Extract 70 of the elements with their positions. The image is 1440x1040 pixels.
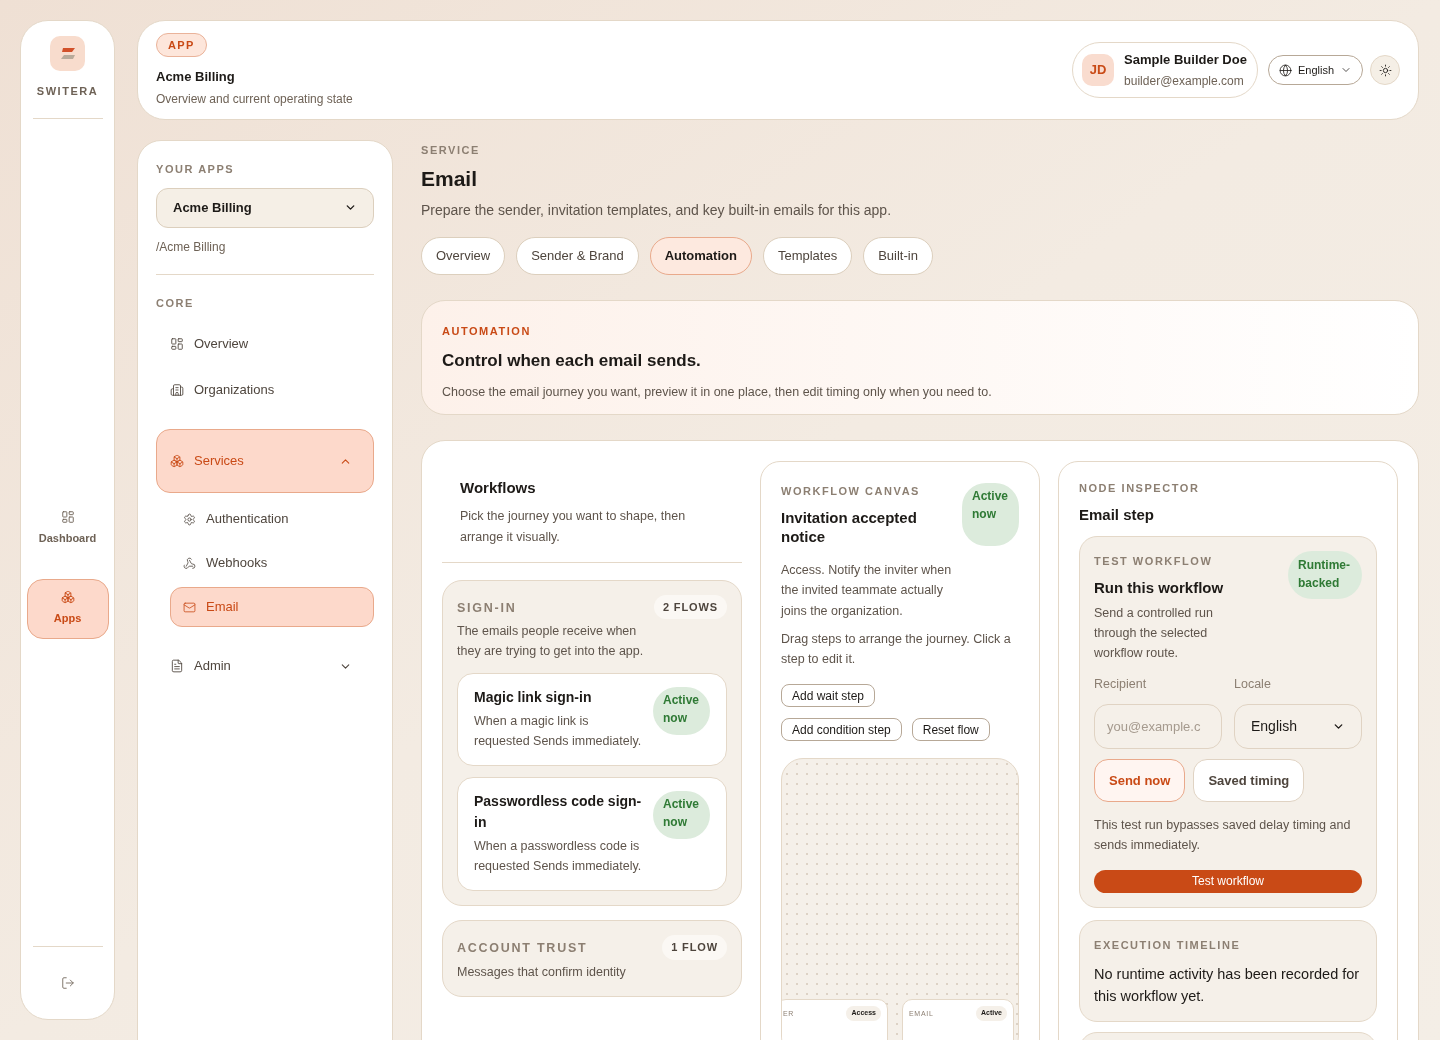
nav-item[interactable]: Organizations: [156, 367, 374, 413]
status-badge: Runtime-backed: [1288, 551, 1362, 599]
tab[interactable]: Built-in: [863, 237, 933, 275]
flow-card[interactable]: Passwordless code sign-in When a passwordless code is requested Sends immediately. Active now: [457, 777, 727, 891]
hero-title: Control when each email sends.: [442, 349, 702, 372]
section-label: CORE: [156, 295, 195, 311]
page-eyebrow: SERVICE: [421, 143, 481, 158]
canvas-action-button[interactable]: Add wait step: [781, 684, 876, 707]
brand-name: SWITERA: [36, 84, 99, 99]
group-text: Messages that confirm identity: [457, 963, 627, 981]
flow-count: 1 FLOW: [662, 935, 727, 960]
timeline-eyebrow: EXECUTION TIMELINE: [1094, 937, 1242, 953]
user-name: Sample Builder Doe: [1124, 51, 1247, 70]
app-path: /Acme Billing: [156, 238, 227, 256]
canvas-text: Access. Notify the inviter when the invited teammate actually joins the organization.: [781, 561, 953, 620]
tab[interactable]: Overview: [421, 237, 506, 275]
nav-item[interactable]: Services: [156, 429, 374, 493]
hero-eyebrow: AUTOMATION: [442, 324, 532, 339]
test-text: Send a controlled run through the selected workflow route.: [1094, 605, 1214, 662]
status-badge: Active now: [962, 483, 1019, 546]
group-label: SIGN-IN: [457, 599, 517, 617]
hero-text: Choose the email journey you want, preview it in one place, then edit timing only when you need to.: [442, 384, 993, 401]
rail-nav-item[interactable]: Apps: [26, 578, 109, 639]
tab[interactable]: Sender & Brand: [516, 237, 639, 275]
avatar: JD: [1082, 54, 1115, 86]
app-badge: APP: [156, 32, 207, 57]
canvas-title: Invitation accepted notice: [781, 507, 918, 546]
canvas-action-button[interactable]: Add condition step: [781, 718, 902, 741]
timeline-text: No runtime activity has been recorded for this workflow yet.: [1094, 965, 1361, 1007]
group-label: ACCOUNT TRUST: [457, 940, 588, 957]
flow-count: 2 FLOWS: [653, 594, 727, 619]
workflows-title: Workflows: [460, 478, 537, 498]
page-title: Email: [421, 165, 479, 192]
locale-select[interactable]: English: [1234, 703, 1362, 749]
status-badge: Active now: [653, 687, 710, 735]
user-email: builder@example.com: [1124, 72, 1245, 90]
test-eyebrow: TEST WORKFLOW: [1094, 554, 1214, 569]
flow-text: When a passwordless code is requested Sends immediately.: [474, 838, 643, 875]
test-title: Run this workflow: [1094, 577, 1225, 598]
locale-label: Locale: [1234, 676, 1272, 693]
recipient-field[interactable]: you@example.c: [1094, 703, 1222, 749]
app-subtitle: Overview and current operating state: [156, 90, 353, 108]
flow-text: When a magic link is requested Sends immediately.: [474, 713, 643, 750]
test-note: This test run bypasses saved delay timing and sends immediately.: [1094, 816, 1352, 854]
mode-button[interactable]: Saved timing: [1193, 758, 1305, 802]
flow-title: Magic link sign-in: [474, 688, 593, 707]
group-text: The emails people receive when they are trying to get into the app.: [457, 623, 645, 660]
canvas-action-button[interactable]: Reset flow: [911, 718, 990, 741]
app-select[interactable]: Acme Billing: [156, 187, 374, 228]
nav-item[interactable]: Admin: [156, 643, 374, 689]
subnav-item[interactable]: Webhooks: [170, 543, 374, 583]
section-label: YOUR APPS: [156, 162, 236, 177]
test-workflow-button[interactable]: Test workflow: [1094, 869, 1362, 893]
app-title: Acme Billing: [156, 68, 235, 86]
tab[interactable]: Automation: [649, 237, 752, 275]
nav-item[interactable]: Overview: [156, 321, 374, 367]
flow-title: Passwordless code sign-in: [474, 792, 643, 832]
subnav-item[interactable]: Email: [170, 587, 374, 627]
canvas-hint: Drag steps to arrange the journey. Click a step to edit it.: [781, 631, 1012, 668]
inspector-title: Email step: [1079, 504, 1156, 525]
canvas-eyebrow: WORKFLOW CANVAS: [781, 484, 921, 499]
workflows-text: Pick the journey you want to shape, then arrange it visually.: [460, 507, 687, 546]
mode-button[interactable]: Send now: [1094, 758, 1186, 802]
tab[interactable]: Templates: [762, 237, 853, 275]
recipient-label: Recipient: [1094, 676, 1148, 693]
page-description: Prepare the sender, invitation templates, and key built-in emails for this app.: [421, 201, 893, 220]
inspector-eyebrow: NODE INSPECTOR: [1079, 481, 1201, 496]
flow-card[interactable]: Magic link sign-in When a magic link is requested Sends immediately. Active now: [457, 673, 727, 766]
subnav-item[interactable]: Authentication: [170, 499, 374, 539]
status-badge: Active now: [653, 791, 710, 839]
